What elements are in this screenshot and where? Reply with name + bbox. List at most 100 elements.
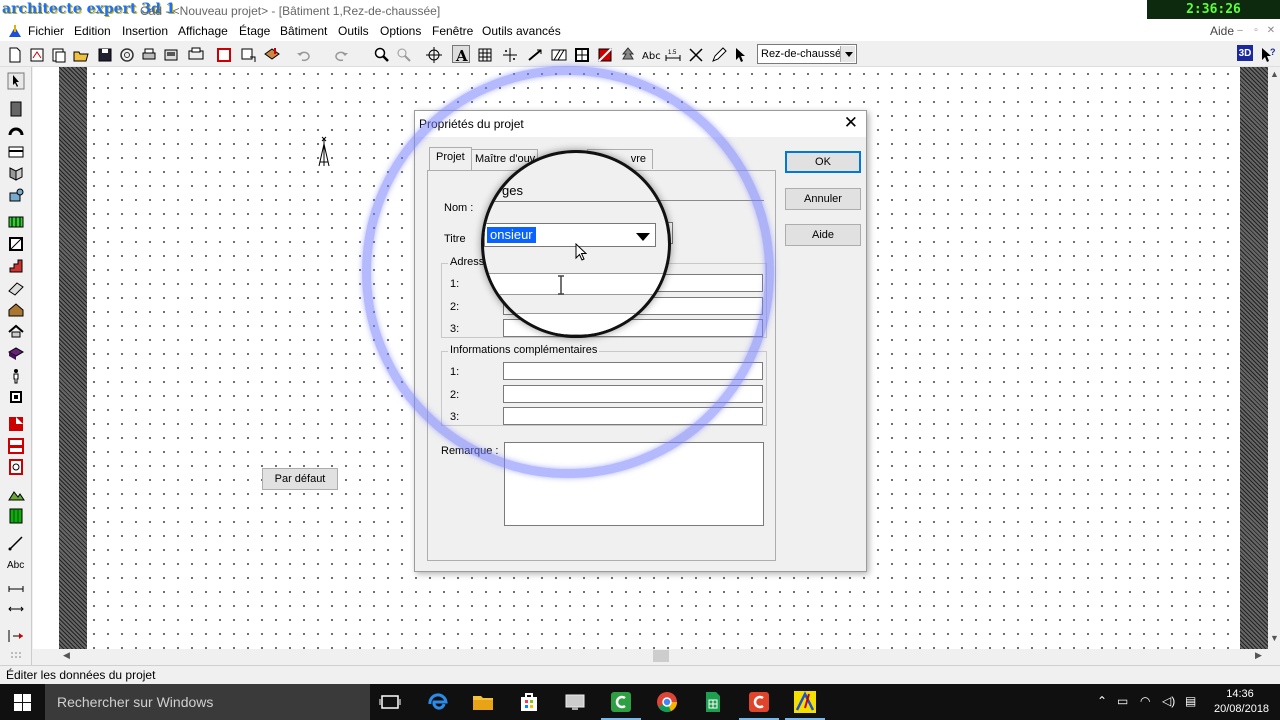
- infos-line-2-input[interactable]: [503, 385, 763, 403]
- eraser-icon[interactable]: [7, 279, 25, 297]
- edge-browser-icon[interactable]: [426, 690, 450, 714]
- menu-affichage[interactable]: Affichage: [178, 24, 228, 38]
- task-view-icon[interactable]: [378, 690, 402, 714]
- scroll-left-icon[interactable]: ◀: [63, 650, 70, 661]
- roof-icon[interactable]: [7, 301, 25, 319]
- more-tools-icon[interactable]: [7, 647, 25, 665]
- app-icon[interactable]: [8, 24, 22, 38]
- zoom-icon[interactable]: [372, 45, 390, 63]
- menu-aide[interactable]: Aide: [1210, 24, 1234, 38]
- plot-icon[interactable]: [186, 45, 204, 63]
- menu-fenetre[interactable]: Fenêtre: [432, 24, 473, 38]
- tray-volume-icon[interactable]: ◁): [1162, 694, 1175, 708]
- help-pointer-icon[interactable]: ?: [1258, 45, 1276, 63]
- hatch-tool-icon[interactable]: [549, 45, 567, 63]
- vertical-scrollbar[interactable]: ▲ ▼: [1268, 67, 1280, 649]
- line-icon[interactable]: [7, 534, 25, 552]
- menu-etage[interactable]: Étage: [239, 24, 270, 38]
- email-icon[interactable]: [117, 45, 135, 63]
- door-icon[interactable]: [7, 458, 25, 476]
- red-frame-icon[interactable]: [7, 437, 25, 455]
- view-3d-button[interactable]: 3D: [1237, 45, 1253, 61]
- magnified-titre-select[interactable]: onsieur: [484, 223, 656, 247]
- print-preview-icon[interactable]: [161, 45, 179, 63]
- horizontal-scroll-thumb[interactable]: [653, 650, 669, 662]
- dimension-line-icon[interactable]: [7, 579, 25, 597]
- text-font-icon[interactable]: A: [452, 45, 470, 64]
- open-folder-icon[interactable]: [71, 45, 89, 63]
- pencil-icon[interactable]: [708, 45, 727, 63]
- store-icon[interactable]: [517, 690, 541, 714]
- wall-tool-icon[interactable]: [526, 45, 544, 63]
- tree-icon[interactable]: [618, 45, 636, 63]
- stairs-icon[interactable]: [7, 257, 25, 275]
- level-dimension-icon[interactable]: [7, 599, 25, 617]
- tray-wifi-icon[interactable]: ◠: [1140, 694, 1150, 708]
- file-explorer-icon[interactable]: [471, 690, 495, 714]
- save-icon[interactable]: [95, 45, 113, 63]
- menu-insertion[interactable]: Insertion: [122, 24, 168, 38]
- start-button[interactable]: [0, 684, 45, 720]
- beam-icon[interactable]: [7, 165, 25, 183]
- undo-icon[interactable]: [294, 45, 312, 63]
- window-element-icon[interactable]: [7, 213, 25, 231]
- red-arrow-icon[interactable]: [7, 627, 25, 645]
- infos-line-3-input[interactable]: [503, 407, 763, 425]
- round-wall-icon[interactable]: [7, 121, 25, 139]
- dialog-title-bar[interactable]: Propriétés du projet ✕: [415, 111, 866, 137]
- furniture-icon[interactable]: [7, 344, 25, 362]
- frame-icon[interactable]: [238, 45, 256, 63]
- red-surface-icon[interactable]: [7, 415, 25, 433]
- remarque-textarea[interactable]: [504, 442, 764, 526]
- terrain-icon[interactable]: [7, 485, 25, 503]
- taskbar-clock[interactable]: 14:36 20/08/2018: [1214, 687, 1269, 717]
- architecte-expert-icon[interactable]: [785, 690, 825, 720]
- column-icon[interactable]: [7, 388, 25, 406]
- scroll-up-icon[interactable]: ▲: [1270, 69, 1279, 79]
- menu-fichier[interactable]: Fichier: [28, 24, 64, 38]
- menu-options[interactable]: Options: [380, 24, 421, 38]
- layer-red-icon[interactable]: [214, 45, 232, 63]
- new-file-icon[interactable]: [5, 45, 23, 63]
- annuler-button[interactable]: Annuler: [785, 188, 861, 210]
- sheets-icon[interactable]: [701, 690, 725, 714]
- tray-chevron-up-icon[interactable]: ⌃: [1097, 694, 1107, 708]
- grid-icon[interactable]: [475, 45, 493, 63]
- wall-icon[interactable]: [7, 100, 25, 118]
- tab-projet[interactable]: Projet: [429, 147, 472, 170]
- crosshair-icon[interactable]: [424, 45, 442, 63]
- snap-grid-icon[interactable]: [500, 45, 518, 63]
- horizontal-scrollbar[interactable]: ◀ ▶: [60, 649, 1268, 663]
- door-frame-icon[interactable]: [572, 45, 590, 63]
- hedge-icon[interactable]: [7, 507, 25, 525]
- slab-icon[interactable]: [7, 143, 25, 161]
- cursor-select-icon[interactable]: [731, 45, 749, 63]
- floor-select[interactable]: Rez-de-chaussée: [757, 44, 857, 64]
- mdi-restore-icon[interactable]: ▫: [1250, 25, 1262, 37]
- menu-outils-avances[interactable]: Outils avancés: [482, 24, 561, 38]
- dormer-icon[interactable]: [7, 322, 25, 340]
- infos-line-1-input[interactable]: [503, 362, 763, 380]
- red-fill-icon[interactable]: [595, 45, 613, 63]
- menu-edition[interactable]: Edition: [74, 24, 111, 38]
- camtasia-recorder-icon[interactable]: [739, 690, 779, 720]
- new-project-icon[interactable]: [27, 45, 45, 63]
- chevron-down-icon[interactable]: [634, 227, 652, 245]
- select-arrow-icon[interactable]: [7, 72, 25, 90]
- zoom-pan-icon[interactable]: [394, 45, 412, 63]
- import-3d-icon[interactable]: [262, 45, 280, 63]
- tray-notification-icon[interactable]: ▤: [1185, 694, 1196, 708]
- aide-button[interactable]: Aide: [785, 224, 861, 246]
- camtasia-green-icon[interactable]: [601, 690, 641, 720]
- measure-scissors-icon[interactable]: [686, 45, 704, 63]
- scroll-down-icon[interactable]: ▼: [1270, 633, 1279, 643]
- dimension-icon[interactable]: 1.5: [663, 45, 681, 63]
- remote-desktop-icon[interactable]: [563, 690, 587, 714]
- chrome-icon[interactable]: [655, 690, 679, 714]
- redo-icon[interactable]: [331, 45, 349, 63]
- object-icon[interactable]: [7, 187, 25, 205]
- close-icon[interactable]: ✕: [844, 114, 858, 132]
- text-abc-icon[interactable]: Abc: [640, 45, 662, 63]
- print-icon[interactable]: [139, 45, 157, 63]
- room-icon[interactable]: [7, 235, 25, 253]
